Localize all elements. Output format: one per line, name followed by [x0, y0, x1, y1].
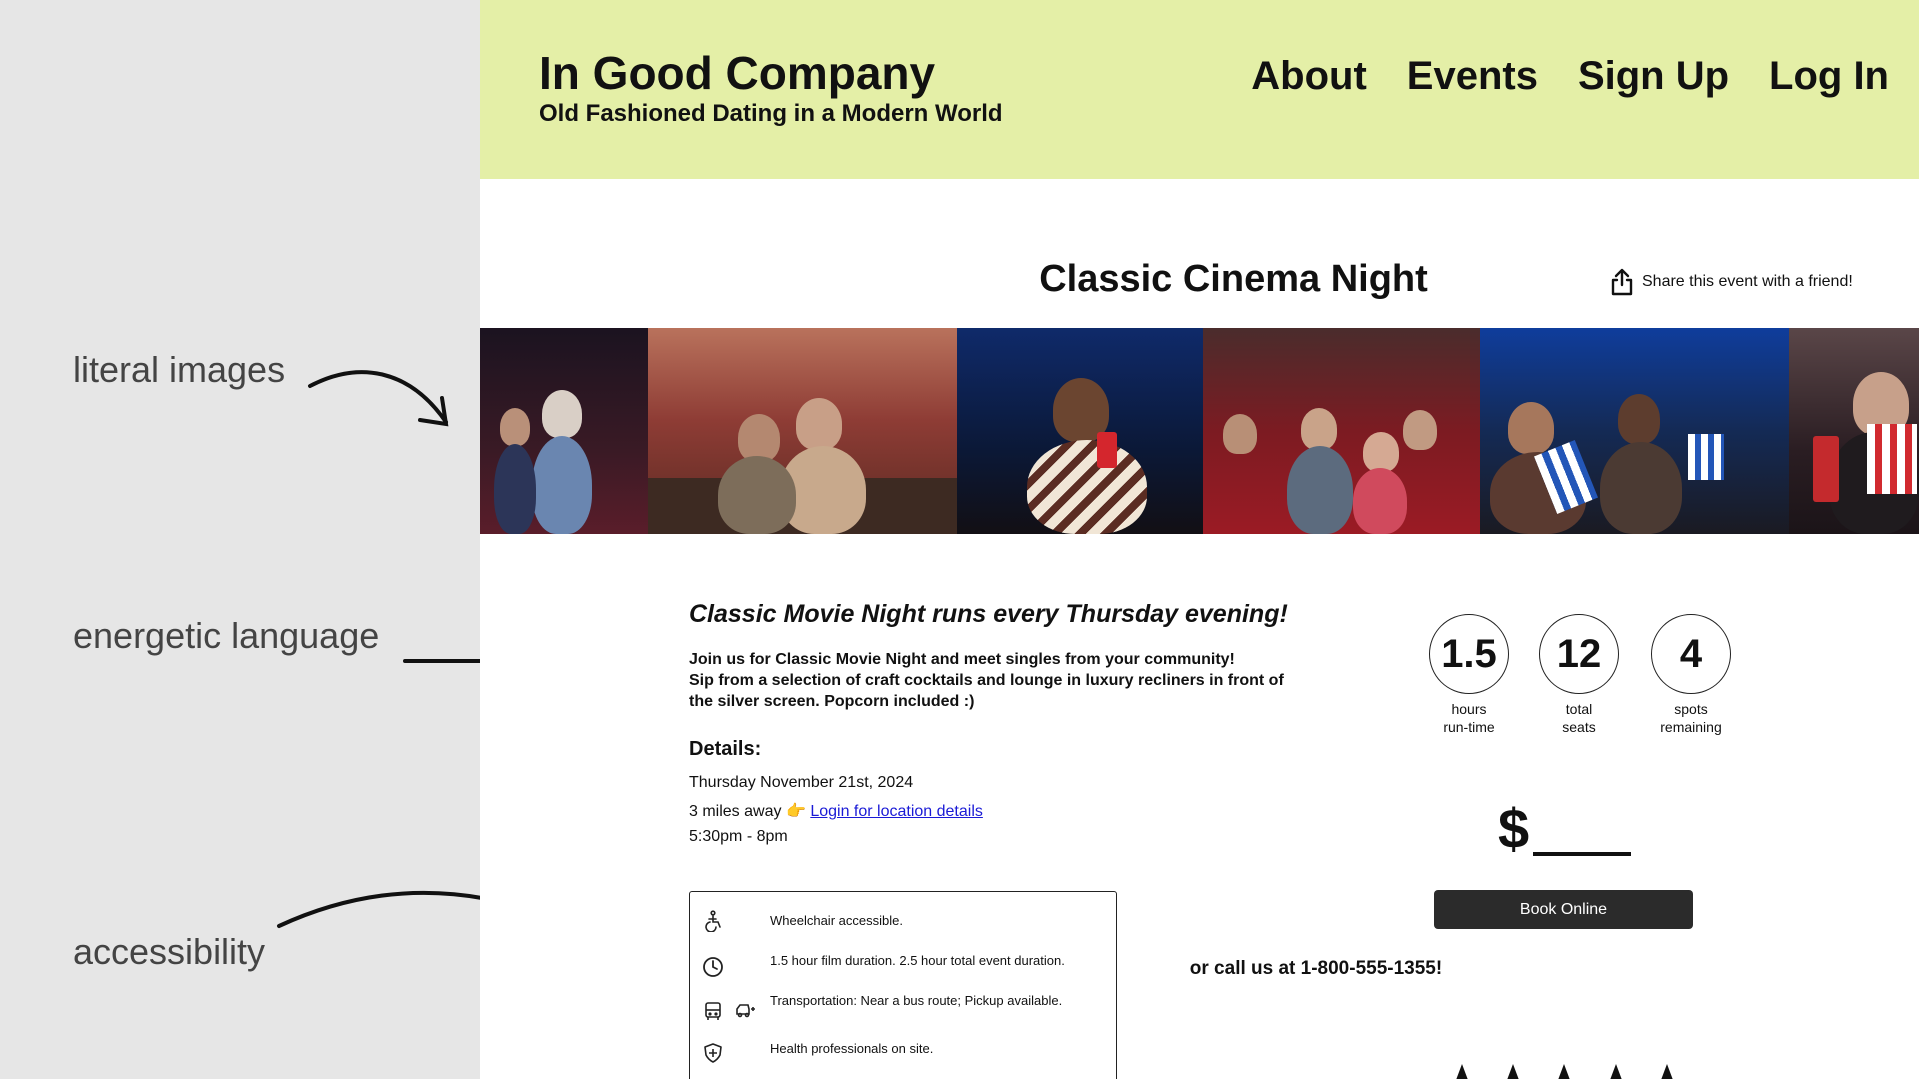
event-description: Join us for Classic Movie Night and meet…	[689, 649, 1289, 712]
event-time: 5:30pm - 8pm	[689, 828, 788, 845]
price-placeholder-line	[1533, 852, 1631, 856]
call-text: or call us at 1-800-555-1355!	[1189, 958, 1443, 979]
nav-log-in[interactable]: Log In	[1769, 54, 1889, 99]
event-page: In Good Company Old Fashioned Dating in …	[480, 0, 1919, 1079]
bus-icon	[705, 1002, 721, 1020]
triangle-decoration	[1507, 1064, 1519, 1079]
stat-value: 4	[1651, 614, 1731, 694]
description-line-1: Join us for Classic Movie Night and meet…	[689, 651, 1235, 668]
brand-subtitle: Old Fashioned Dating in a Modern World	[539, 100, 1003, 127]
stat-label: total seats	[1562, 701, 1596, 735]
call-to-book: or call us at 1-800-555-1355!	[480, 958, 1919, 980]
car-icon	[736, 1004, 755, 1018]
nav-events[interactable]: Events	[1407, 54, 1538, 99]
location-login-link[interactable]: Login for location details	[810, 803, 983, 820]
main-nav: About Events Sign Up Log In	[1251, 54, 1889, 99]
event-date: Thursday November 21st, 2024	[689, 774, 914, 791]
stat-value: 1.5	[1429, 614, 1509, 694]
arrow-images	[308, 370, 448, 424]
stat-seats: 12 total seats	[1528, 614, 1630, 736]
share-icon	[1611, 268, 1633, 296]
nav-about[interactable]: About	[1251, 54, 1367, 99]
stat-spots: 4 spots remaining	[1632, 614, 1750, 736]
event-distance-row: 3 miles away 👉 Login for location detail…	[689, 801, 983, 821]
site-header: In Good Company Old Fashioned Dating in …	[480, 0, 1919, 179]
book-online-button[interactable]: Book Online	[1434, 890, 1693, 929]
stat-label: spots remaining	[1660, 701, 1722, 735]
photo-group-red-seats	[1203, 328, 1480, 534]
nav-sign-up[interactable]: Sign Up	[1578, 54, 1729, 99]
triangle-decoration	[1661, 1064, 1673, 1079]
triangle-decoration	[1456, 1064, 1468, 1079]
event-tagline: Classic Movie Night runs every Thursday …	[689, 600, 1288, 628]
triangle-decoration	[1610, 1064, 1622, 1079]
accessibility-box: Wheelchair accessible. 1.5 hour film dur…	[689, 891, 1117, 1079]
stat-label: hours run-time	[1443, 701, 1495, 735]
shield-cross-icon	[704, 1043, 722, 1063]
description-line-2: Sip from a selection of craft cocktails …	[689, 672, 1284, 710]
photo-strip	[480, 328, 1919, 534]
accessibility-text: Health professionals on site.	[770, 1041, 934, 1056]
pointing-hand-icon: 👉	[785, 803, 806, 820]
photo-couple-red-theater	[648, 328, 957, 534]
brand-title[interactable]: In Good Company	[539, 46, 935, 100]
price-symbol: $	[1498, 797, 1530, 860]
photo-couple-dark-theater	[480, 328, 648, 534]
photo-man-popcorn-drink	[1789, 328, 1919, 534]
event-distance: 3 miles away	[689, 803, 782, 820]
wheelchair-icon	[705, 910, 721, 932]
share-label: Share this event with a friend!	[1642, 273, 1853, 290]
annotation-panel: literal images energetic language access…	[0, 0, 662, 1079]
photo-woman-sunglasses-drink	[957, 328, 1203, 534]
accessibility-text: Transportation: Near a bus route; Pickup…	[770, 993, 1063, 1008]
share-button[interactable]: Share this event with a friend!	[1610, 268, 1853, 296]
stat-value: 12	[1539, 614, 1619, 694]
arrow-images-head	[418, 396, 449, 427]
stat-runtime: 1.5 hours run-time	[1418, 614, 1520, 736]
details-heading: Details:	[689, 738, 762, 760]
accessibility-text: Wheelchair accessible.	[770, 913, 903, 928]
photo-group-popcorn	[1480, 328, 1789, 534]
triangle-decoration	[1558, 1064, 1570, 1079]
